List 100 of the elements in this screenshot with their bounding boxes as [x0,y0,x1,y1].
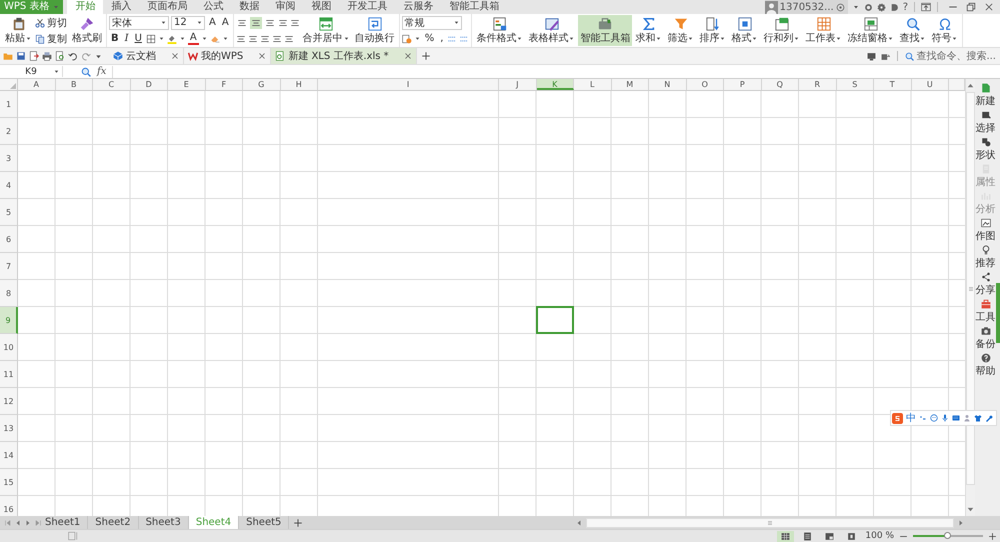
caret-icon[interactable] [222,35,229,42]
plus-icon[interactable] [293,518,304,528]
insert-function-button[interactable]: fx [97,66,106,77]
document-tab[interactable]: 云文档 [109,48,184,64]
row-header[interactable]: 1 [0,91,18,118]
column-header[interactable]: C [93,79,130,90]
sidebar-item[interactable]: 选择 [976,110,996,137]
account-button[interactable]: 1370532... [764,0,848,14]
format-button[interactable]: 格式 [729,15,760,46]
menu-tab[interactable]: 插入 [103,0,140,14]
sidebar-item[interactable]: 备份 [976,326,996,353]
column-header[interactable]: E [168,79,206,90]
freeze-panes-button[interactable]: 冻结窗格 [845,15,896,46]
wrench-icon[interactable] [985,414,993,422]
search-field[interactable]: 查找命令、搜索... [905,49,996,63]
column-header[interactable]: F [206,79,243,90]
window-up-icon[interactable] [921,2,931,12]
cut-button[interactable]: 剪切 [35,15,69,30]
document-tab[interactable]: 新建 XLS 工作表.xls * [271,48,417,64]
row-header[interactable]: 15 [0,469,18,496]
currency-table-icon[interactable] [402,34,412,44]
row-column-button[interactable]: 行和列 [761,15,802,46]
close-icon[interactable] [404,52,412,60]
menu-tab[interactable]: 开发工具 [339,0,396,14]
find-button[interactable]: 查找 [897,15,928,46]
font-style-button[interactable]: B [109,32,121,44]
column-header[interactable]: I [318,79,499,90]
font-size-dropdown[interactable]: 12 [171,16,205,30]
vertical-scrollbar[interactable] [966,92,975,485]
row-header[interactable]: 14 [0,442,18,469]
font-style-button[interactable]: I [122,32,131,44]
column-header[interactable]: G [243,79,280,90]
undo-icon[interactable] [68,51,78,61]
tri-down-icon[interactable] [966,505,975,514]
help-button[interactable]: ? [902,2,908,12]
column-header[interactable]: T [874,79,912,90]
row-header[interactable]: 2 [0,118,18,145]
text-lines-icon[interactable] [236,34,246,44]
row-header[interactable]: 3 [0,145,18,172]
column-header[interactable]: S [836,79,874,90]
column-header[interactable]: A [18,79,56,90]
merge-center-button[interactable]: 合并居中 [300,15,352,46]
row-header[interactable]: 7 [0,253,18,280]
magnifier-icon[interactable] [81,66,91,76]
row-header[interactable]: 11 [0,361,18,388]
copy-button[interactable]: 复制 [35,31,69,46]
d-shape-icon[interactable] [890,2,899,12]
text-lines-icon[interactable] [260,34,270,44]
thousands-button[interactable]: , [438,32,446,44]
row-header[interactable]: 4 [0,172,18,199]
conditional-format-button[interactable]: 条件格式 [474,15,526,46]
sidebar-item[interactable]: 作图 [976,218,996,245]
column-header[interactable]: U [912,79,949,90]
text-lines-icon[interactable] [248,34,258,44]
caret-icon[interactable] [414,35,421,42]
table-style-button[interactable]: 表格样式 [526,15,578,46]
column-header[interactable]: L [574,79,612,90]
caret-icon[interactable] [852,3,860,11]
row-header[interactable]: 6 [0,226,18,253]
sidebar-item[interactable]: 形状 [976,137,996,164]
caret-icon[interactable] [158,35,165,42]
row-header[interactable]: 8 [0,280,18,307]
tri-right-icon[interactable] [957,518,965,526]
border-grid-icon[interactable] [146,34,156,44]
column-header[interactable]: P [724,79,762,90]
caret-icon[interactable] [200,35,208,42]
panel-handle[interactable] [996,282,1000,342]
font-color-button[interactable]: A [188,32,199,44]
font-style-button[interactable]: U [132,32,144,44]
worksheet-button[interactable]: 工作表 [803,15,844,46]
ime-toolbar[interactable]: 中 [890,410,997,426]
column-header[interactable]: M [612,79,649,90]
sidebar-item[interactable]: 推荐 [976,245,996,272]
row-header[interactable]: 12 [0,388,18,415]
selected-cell[interactable] [536,306,574,334]
percent-button[interactable]: % [422,32,436,44]
font-grow-button[interactable]: A [207,16,218,28]
column-header[interactable]: N [649,79,686,90]
sidebar-item[interactable]: 新建 [976,83,996,110]
menu-tab[interactable]: 智能工具箱 [441,0,508,14]
shirt-icon[interactable] [974,414,982,422]
menu-tab[interactable]: 视图 [303,0,340,14]
filter-button[interactable]: 筛选 [665,15,696,46]
monitor-icon[interactable] [867,52,876,60]
text-lines-icon[interactable] [272,34,282,44]
menu-tab[interactable]: 公式 [195,0,232,14]
tri-up-icon[interactable] [966,81,975,90]
restore-icon[interactable] [966,2,976,12]
number-format-dropdown[interactable]: 常规 [402,16,462,30]
ime-mode[interactable]: 中 [906,411,916,425]
sidebar-item[interactable]: 分享 [976,272,996,299]
font-shrink-button[interactable]: A [220,16,231,28]
tri-left-icon[interactable] [575,518,583,526]
dot-arrow-icon[interactable] [919,414,927,422]
close-icon[interactable] [984,2,994,12]
paste-button[interactable]: 粘贴 [3,15,34,46]
column-header[interactable]: R [799,79,836,90]
menu-tab[interactable]: 云服务 [395,0,442,14]
view-button[interactable] [777,530,794,542]
caret-icon[interactable] [178,35,186,42]
